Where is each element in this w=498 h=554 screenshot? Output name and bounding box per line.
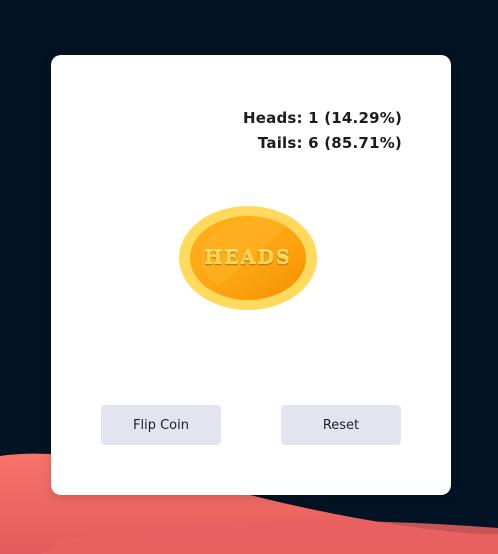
coin-face-text: HEADS xyxy=(204,247,292,269)
reset-button[interactable]: Reset xyxy=(281,405,401,445)
heads-count: Heads: 1 (14.29%) xyxy=(243,109,402,127)
tails-count: Tails: 6 (85.71%) xyxy=(257,134,402,152)
stats-panel: Heads: 1 (14.29%) Tails: 6 (85.71%) xyxy=(243,106,402,156)
flip-coin-button[interactable]: Flip Coin xyxy=(101,405,221,445)
coin: HEADS xyxy=(179,206,317,310)
coin-flip-card: Heads: 1 (14.29%) Tails: 6 (85.71%) HEAD… xyxy=(51,55,451,495)
